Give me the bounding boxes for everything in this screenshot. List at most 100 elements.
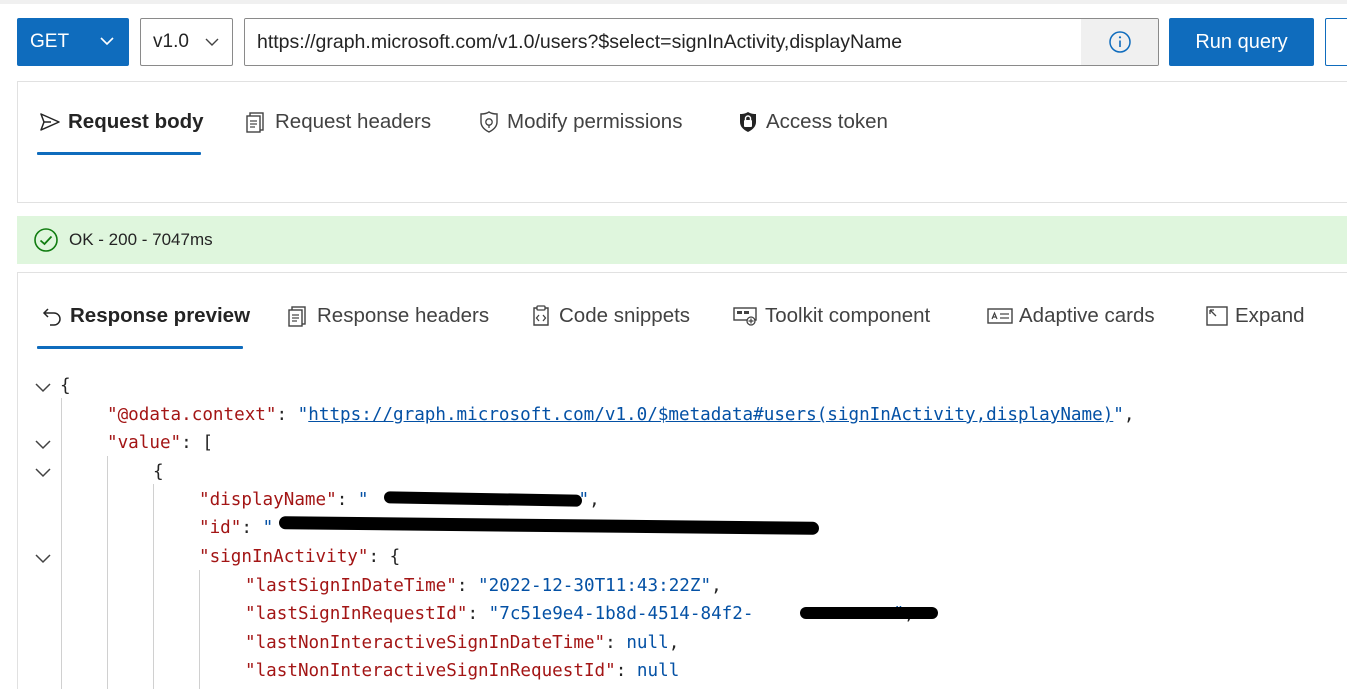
tab-response-headers[interactable]: Response headers [287,304,489,328]
lock-icon [740,112,756,132]
fold-chevron-icon[interactable] [33,462,53,482]
json-punct: : [336,490,358,510]
document-icon [288,306,306,327]
json-line: "@odata.context": "https://graph.microso… [107,402,1134,428]
json-punct: : [ [181,433,213,453]
chevron-down-icon [100,37,114,46]
tab-label: Request headers [275,110,432,133]
json-punct: " [893,604,905,624]
json-line: "lastNonInteractiveSignInRequestId": nul… [245,658,679,684]
tab-label: Response headers [317,304,490,327]
fold-chevron-icon[interactable] [33,377,53,397]
json-punct: , [711,576,722,596]
tab-code-snippets[interactable]: Code snippets [529,304,690,328]
code-clipboard-icon [533,305,549,326]
tab-request-body[interactable]: Request body [38,110,204,134]
chevron-down-icon [205,38,219,46]
json-line: "value": [ [107,430,213,456]
status-text: OK - 200 - 7047ms [69,230,213,249]
tab-label: Expand [1235,304,1305,327]
json-null: null [626,633,669,653]
json-brace: { [60,376,71,396]
json-key: "lastSignInRequestId" [245,604,468,624]
tab-response-preview[interactable]: Response preview [40,304,250,328]
json-punct: " [1113,405,1124,425]
json-punct: , [1123,405,1135,425]
tab-adaptive-cards[interactable]: Adaptive cards [987,304,1155,328]
json-punct: " [578,490,590,510]
json-string: "7c51e9e4-1b8d-4514-84f2- [488,604,754,624]
json-key: "lastNonInteractiveSignInRequestId" [245,661,616,681]
active-tab-indicator [37,152,201,155]
json-key: "displayName" [199,490,337,510]
tab-request-headers[interactable]: Request headers [245,110,431,134]
tab-modify-permissions[interactable]: Modify permissions [477,110,682,134]
tab-label: Toolkit component [765,304,931,327]
json-punct: : [456,576,479,596]
json-punct: " [297,405,309,425]
checkmark-circle-icon [34,228,58,252]
odata-context-link[interactable]: https://graph.microsoft.com/v1.0/$metada… [308,405,1113,425]
info-icon [1108,31,1131,53]
json-punct: " [357,490,369,510]
json-punct: : [276,405,298,425]
run-query-button[interactable]: Run query [1169,18,1314,66]
api-version-dropdown[interactable]: v1.0 [140,18,233,66]
json-punct: : [615,661,637,681]
fold-chevron-icon[interactable] [33,434,53,454]
document-icon [246,112,264,133]
url-field-wrapper [244,18,1159,66]
top-strip [0,0,1347,4]
api-version-value: v1.0 [153,31,189,52]
json-line: "lastSignInRequestId": "7c51e9e4-1b8d-45… [245,601,915,627]
json-key: "value" [107,433,182,453]
json-punct: : [241,518,263,538]
tab-label: Code snippets [559,304,691,327]
json-punct: , [904,604,915,624]
json-line: "lastSignInDateTime": "2022-12-30T11:43:… [245,573,722,599]
send-icon [40,113,60,131]
json-line: "lastNonInteractiveSignInDateTime": null… [245,630,679,656]
json-brace: { [153,462,164,482]
json-key: "lastNonInteractiveSignInDateTime" [245,633,606,653]
status-bar: OK - 200 - 7047ms [17,216,1347,264]
card-icon [987,308,1013,324]
tab-expand[interactable]: Expand [1205,304,1305,328]
json-key: "lastSignInDateTime" [245,576,457,596]
tab-label: Request body [68,110,204,133]
http-method-value: GET [30,31,70,52]
toolkit-icon [733,307,757,326]
info-button[interactable] [1081,19,1158,65]
json-line: "displayName": " ", [199,487,600,513]
http-method-dropdown[interactable]: GET [17,18,129,66]
fold-chevron-icon[interactable] [33,548,53,568]
json-punct: : [467,604,489,624]
tab-access-token[interactable]: Access token [736,110,888,134]
shield-icon [480,111,498,133]
json-line: "id": " [199,515,273,541]
json-key: "@odata.context" [107,405,277,425]
request-panel [17,81,1347,203]
json-line: { [153,459,164,485]
json-key: "id" [199,518,242,538]
expand-icon [1206,306,1228,326]
json-string: "2022-12-30T11:43:22Z" [478,576,712,596]
json-punct: " [262,518,274,538]
json-punct: , [668,633,680,653]
json-punct: : [605,633,627,653]
json-line: "signInActivity": { [199,544,400,570]
query-url-input[interactable] [245,19,1081,65]
tab-label: Modify permissions [507,110,683,133]
undo-arrow-icon [42,308,61,326]
partial-button[interactable] [1325,18,1347,66]
json-null: null [636,661,680,681]
json-key: "signInActivity" [199,547,369,567]
run-query-label: Run query [1195,30,1288,53]
tab-toolkit-component[interactable]: Toolkit component [733,304,930,328]
tab-label: Adaptive cards [1019,304,1155,327]
json-line: { [60,373,71,399]
tab-label: Response preview [70,304,251,327]
json-punct: : { [368,547,401,567]
json-punct: , [589,490,600,510]
tab-label: Access token [766,110,888,133]
